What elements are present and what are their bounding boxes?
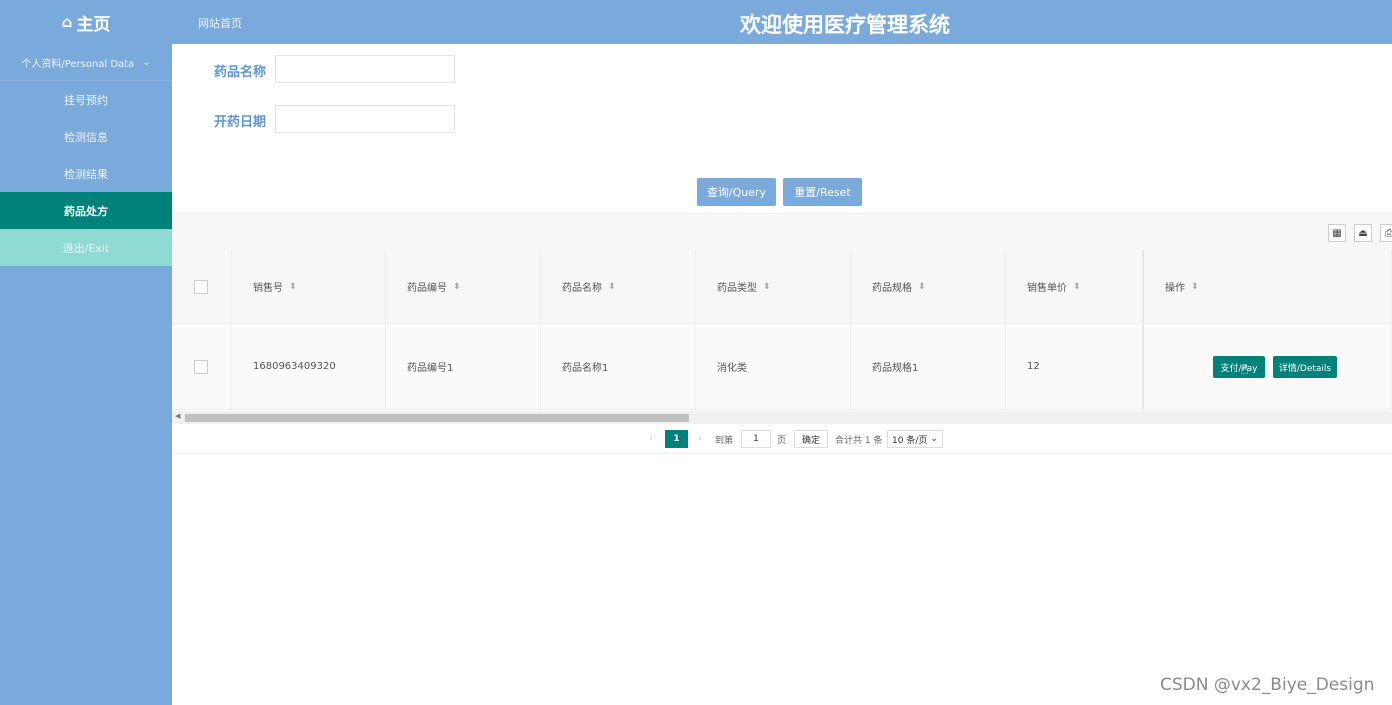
table-horizontal-scrollbar[interactable]: ◀ — [172, 411, 1392, 424]
column-header-label: 操作 — [1165, 283, 1185, 294]
select-all-cell — [172, 250, 232, 323]
query-button[interactable]: 查询/Query — [697, 178, 776, 206]
details-button[interactable]: 详情/Details — [1273, 356, 1337, 378]
table-cell: 1680963409320 — [232, 324, 386, 409]
logo-label: 主页 — [76, 14, 111, 35]
goto-confirm-button[interactable]: 确定 — [794, 430, 828, 448]
sort-icon[interactable]: ⬍ — [453, 282, 461, 292]
column-header[interactable]: 销售单价 ⬍ — [1006, 250, 1143, 323]
scroll-left-icon[interactable]: ◀ — [175, 412, 180, 420]
sort-icon[interactable]: ⬍ — [289, 282, 297, 292]
select-all-checkbox[interactable] — [194, 279, 208, 294]
export-icon[interactable]: ⏏ — [1354, 224, 1372, 242]
prescription-date-label: 开药日期 — [213, 115, 266, 130]
table-toolbar: ▦ ⏏ ⎙ — [172, 213, 1392, 250]
drug-name-label: 药品名称 — [213, 65, 266, 80]
home-icon: ⌂ — [61, 13, 73, 31]
sort-icon[interactable]: ⬍ — [1073, 282, 1081, 292]
sidebar-item-label: 检测结果 — [64, 167, 108, 181]
goto-page-input[interactable]: 1 — [741, 430, 771, 448]
column-header-label: 药品规格 — [872, 283, 912, 294]
row-select-cell — [172, 324, 232, 409]
table-header-row: 销售号 ⬍ 药品编号 ⬍ 药品名称 ⬍ 药品类型 ⬍ 药品规格 ⬍ 销售单价 ⬍ 操作 ⬍ — [172, 250, 1392, 324]
column-header[interactable]: 药品名称 ⬍ — [541, 250, 696, 323]
table-cell: 药品编号1 — [386, 324, 541, 409]
column-header-label: 药品名称 — [562, 283, 602, 294]
sidebar-item-label: 挂号预约 — [64, 93, 108, 107]
pay-button[interactable]: 支付/Pay — [1213, 356, 1265, 378]
next-page-icon[interactable]: › — [694, 430, 706, 448]
sidebar-item-exit[interactable]: 退出/Exit — [0, 229, 172, 266]
column-header-label: 销售号 — [253, 283, 283, 294]
breadcrumb-home[interactable]: 网站首页 — [198, 15, 242, 31]
column-header-label: 销售单价 — [1027, 283, 1067, 294]
sort-icon[interactable]: ⬍ — [763, 282, 771, 292]
home-link[interactable]: ⌂ 主页 — [0, 0, 172, 44]
table-cell: 药品规格1 — [851, 324, 1006, 409]
sidebar-section-label: 个人资料/Personal Data — [21, 58, 135, 70]
chevron-down-icon: ⌄ — [930, 434, 938, 444]
column-header[interactable]: 药品类型 ⬍ — [696, 250, 851, 323]
total-count: 合计共 1 条 — [835, 435, 883, 446]
watermark: CSDN @vx2_Biye_Design — [1160, 675, 1375, 695]
goto-label: 到第 — [715, 435, 734, 446]
sidebar-item-prescription[interactable]: 药品处方 — [0, 192, 172, 229]
pagination: ‹ 1 › 到第 1 页 确定 合计共 1 条 10 条/页 ⌄ — [172, 426, 1392, 454]
sidebar-item-label: 退出/Exit — [62, 241, 110, 255]
sidebar-item-label: 药品处方 — [64, 204, 108, 218]
reset-button[interactable]: 重置/Reset — [783, 178, 862, 206]
hand-cursor-icon: ☝ — [1240, 362, 1249, 378]
prev-page-icon[interactable]: ‹ — [645, 430, 657, 448]
sidebar-item-appointment[interactable]: 挂号预约 — [0, 81, 172, 118]
system-title: 欢迎使用医疗管理系统 — [740, 13, 950, 37]
column-header[interactable]: 药品编号 ⬍ — [386, 250, 541, 323]
page-size-select[interactable]: 10 条/页 ⌄ — [887, 430, 943, 448]
top-bar: ⌂ 主页 网站首页 欢迎使用医疗管理系统 — [0, 0, 1392, 44]
table-cell: 药品名称1 — [541, 324, 696, 409]
table-cell: 消化类 — [696, 324, 851, 409]
sort-icon[interactable]: ⬍ — [918, 282, 926, 292]
column-header-label: 药品编号 — [407, 283, 447, 294]
sidebar-section-personal-data[interactable]: 个人资料/Personal Data ⌄ — [0, 44, 172, 81]
sidebar: 个人资料/Personal Data ⌄ 挂号预约 检测信息 检测结果 药品处方… — [0, 44, 172, 705]
sidebar-item-test-info[interactable]: 检测信息 — [0, 118, 172, 155]
column-header-label: 药品类型 — [717, 283, 757, 294]
sort-icon[interactable]: ⬍ — [1191, 282, 1199, 292]
drug-name-input[interactable] — [275, 55, 455, 83]
print-icon[interactable]: ⎙ — [1380, 224, 1392, 242]
column-header[interactable]: 操作 ⬍ — [1143, 250, 1392, 323]
table-cell: 12 — [1006, 324, 1143, 409]
page-unit-label: 页 — [777, 435, 787, 446]
actions-cell: 支付/Pay 详情/Details — [1143, 324, 1392, 409]
page-size-value: 10 条/页 — [892, 435, 928, 446]
column-header[interactable]: 销售号 ⬍ — [232, 250, 386, 323]
column-header[interactable]: 药品规格 ⬍ — [851, 250, 1006, 323]
columns-icon[interactable]: ▦ — [1328, 224, 1346, 242]
prescription-date-input[interactable] — [275, 105, 455, 133]
sidebar-item-label: 检测信息 — [64, 130, 108, 144]
page-number-current[interactable]: 1 — [665, 430, 688, 448]
sidebar-item-test-results[interactable]: 检测结果 — [0, 155, 172, 192]
sort-icon[interactable]: ⬍ — [608, 282, 616, 292]
chevron-down-icon: ⌄ — [142, 56, 151, 68]
row-checkbox[interactable] — [194, 359, 208, 374]
table-row: 1680963409320 药品编号1 药品名称1 消化类 药品规格1 12 支… — [172, 324, 1392, 410]
scrollbar-thumb[interactable] — [185, 414, 689, 422]
